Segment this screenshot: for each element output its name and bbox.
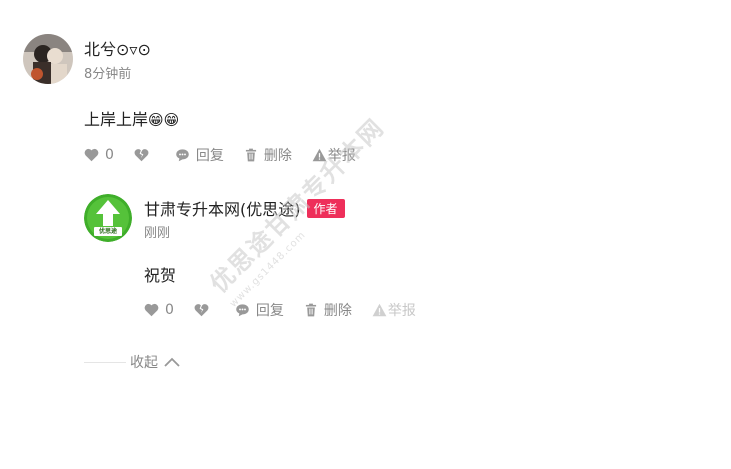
- speech-bubble-icon: [176, 149, 189, 162]
- delete-button[interactable]: 删除: [244, 145, 292, 165]
- comment-author[interactable]: 北兮⊙▿⊙: [84, 36, 151, 60]
- reply-actions: 0 回复 删除 举报: [144, 300, 416, 320]
- reply-author-row: 甘肃专升本网(优思途) 作者: [144, 196, 345, 220]
- author-badge: 作者: [306, 199, 345, 218]
- like-count: 0: [105, 147, 114, 163]
- comment-content: 上岸上岸😁😁: [84, 106, 179, 130]
- reply-reply-label: 回复: [255, 303, 284, 319]
- comment-time: 8分钟前: [84, 67, 132, 82]
- reply-report-label: 举报: [387, 303, 416, 319]
- reply-dislike-button[interactable]: [194, 303, 215, 317]
- divider: [84, 361, 126, 363]
- reply-delete-button[interactable]: 删除: [304, 300, 352, 320]
- reply-button[interactable]: 回复: [175, 145, 224, 165]
- reply-like-button[interactable]: 0: [144, 302, 174, 318]
- speech-bubble-icon: [236, 304, 249, 317]
- report-label: 举报: [327, 148, 356, 164]
- delete-label: 删除: [263, 148, 292, 164]
- reply-avatar-text: 优思途: [98, 228, 117, 235]
- heart-icon: [84, 148, 99, 162]
- collapse-replies-button[interactable]: 收起: [84, 352, 180, 372]
- reply-reply-button[interactable]: 回复: [235, 300, 284, 320]
- reply-avatar[interactable]: 优思途: [84, 194, 132, 242]
- dislike-button[interactable]: [134, 148, 155, 162]
- reply-delete-label: 删除: [323, 303, 352, 319]
- user-photo-icon: [23, 34, 73, 84]
- broken-heart-icon: [194, 304, 209, 317]
- broken-heart-icon: [134, 149, 149, 162]
- warning-icon: [372, 303, 387, 317]
- reply-label: 回复: [195, 148, 224, 164]
- chevron-up-icon: [164, 357, 180, 367]
- trash-icon: [305, 303, 317, 317]
- comment-actions: 0 回复 删除 举报: [84, 145, 356, 165]
- collapse-label: 收起: [130, 355, 158, 371]
- reply-like-count: 0: [165, 302, 174, 318]
- reply-time: 刚刚: [144, 226, 171, 241]
- trash-icon: [245, 148, 257, 162]
- like-button[interactable]: 0: [84, 147, 114, 163]
- avatar[interactable]: [23, 34, 73, 84]
- comment-text: 上岸上岸: [84, 110, 149, 129]
- heart-icon: [144, 303, 159, 317]
- reply-author[interactable]: 甘肃专升本网(优思途): [144, 200, 301, 219]
- grin-emoji: 😁😁: [148, 111, 180, 129]
- report-button[interactable]: 举报: [312, 145, 356, 165]
- warning-icon: [312, 148, 327, 162]
- reply-content: 祝贺: [144, 266, 177, 285]
- reply-report-button[interactable]: 举报: [372, 300, 416, 320]
